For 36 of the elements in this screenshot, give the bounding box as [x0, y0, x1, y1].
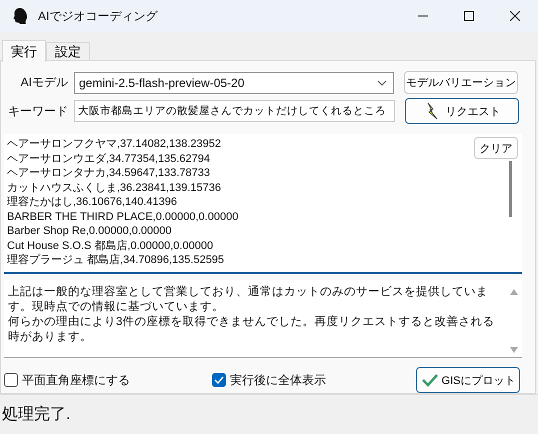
clear-button[interactable]: クリア	[474, 137, 518, 159]
checkbox[interactable]	[212, 373, 226, 387]
result-line: ヘアーサロンウエダ,34.77354,135.62794	[7, 152, 210, 166]
result-line: Cut House S.O.S 都島店,0.00000,0.00000	[7, 238, 214, 253]
result-line: Barber Shop Re,0.00000,0.00000	[7, 224, 172, 238]
window-title: AIでジオコーディング	[38, 8, 158, 24]
result-line: カットハウスふくしま,36.23841,139.15736	[7, 180, 221, 195]
results-text-area[interactable]	[4, 134, 522, 274]
checkmark-icon	[420, 373, 439, 387]
maximize-icon	[464, 11, 474, 21]
close-icon	[510, 11, 520, 21]
result-line: 理容プラージュ 都島店,34.70896,135.52595	[7, 253, 224, 268]
scrollbar-thumb[interactable]	[509, 161, 512, 217]
scroll-up-icon[interactable]	[510, 289, 518, 295]
status-text: 処理完了.	[2, 404, 70, 425]
field-label: AIモデル	[20, 74, 68, 91]
head-silhouette-icon	[12, 7, 28, 25]
result-line: 理容たかはし,36.10676,140.41396	[7, 195, 177, 210]
plot-button[interactable]: GISにプロット	[416, 367, 520, 393]
model-dropdown[interactable]: gemini-2.5-flash-preview-05-20	[74, 72, 394, 94]
tab[interactable]: 実行	[2, 40, 46, 62]
tab[interactable]: 設定	[46, 42, 90, 61]
keyword-input[interactable]: 大阪市都島エリアの散髪屋さんでカットだけしてくれるところ	[74, 100, 396, 122]
checkbox-label: 平面直角座標にする	[22, 372, 130, 388]
checkbox-label: 実行後に全体表示	[230, 372, 326, 388]
message-paragraph: 上記は一般的な理容室として営業しており、通常はカットのみのサービスを提供しています。現時点での情報に基づいています。	[8, 285, 489, 315]
result-line: ヘアーサロンタナカ,34.59647,133.78733	[7, 166, 210, 180]
request-button[interactable]: リクエスト	[405, 98, 519, 124]
model-variation-button[interactable]: モデルバリエーション	[404, 71, 518, 94]
scroll-down-icon[interactable]	[510, 347, 518, 353]
result-line: ヘアーサロンフクヤマ,37.14082,138.23952	[7, 137, 221, 152]
result-line: BARBER THE THIRD PLACE,0.00000,0.00000	[7, 210, 238, 224]
field-label: キーワード	[6, 102, 68, 120]
checkbox[interactable]	[4, 373, 18, 387]
message-paragraph: 何らかの理由により3件の座標を取得できませんでした。再度リクエストすると改善される時があります。	[8, 315, 496, 345]
chevron-down-icon	[377, 80, 387, 86]
